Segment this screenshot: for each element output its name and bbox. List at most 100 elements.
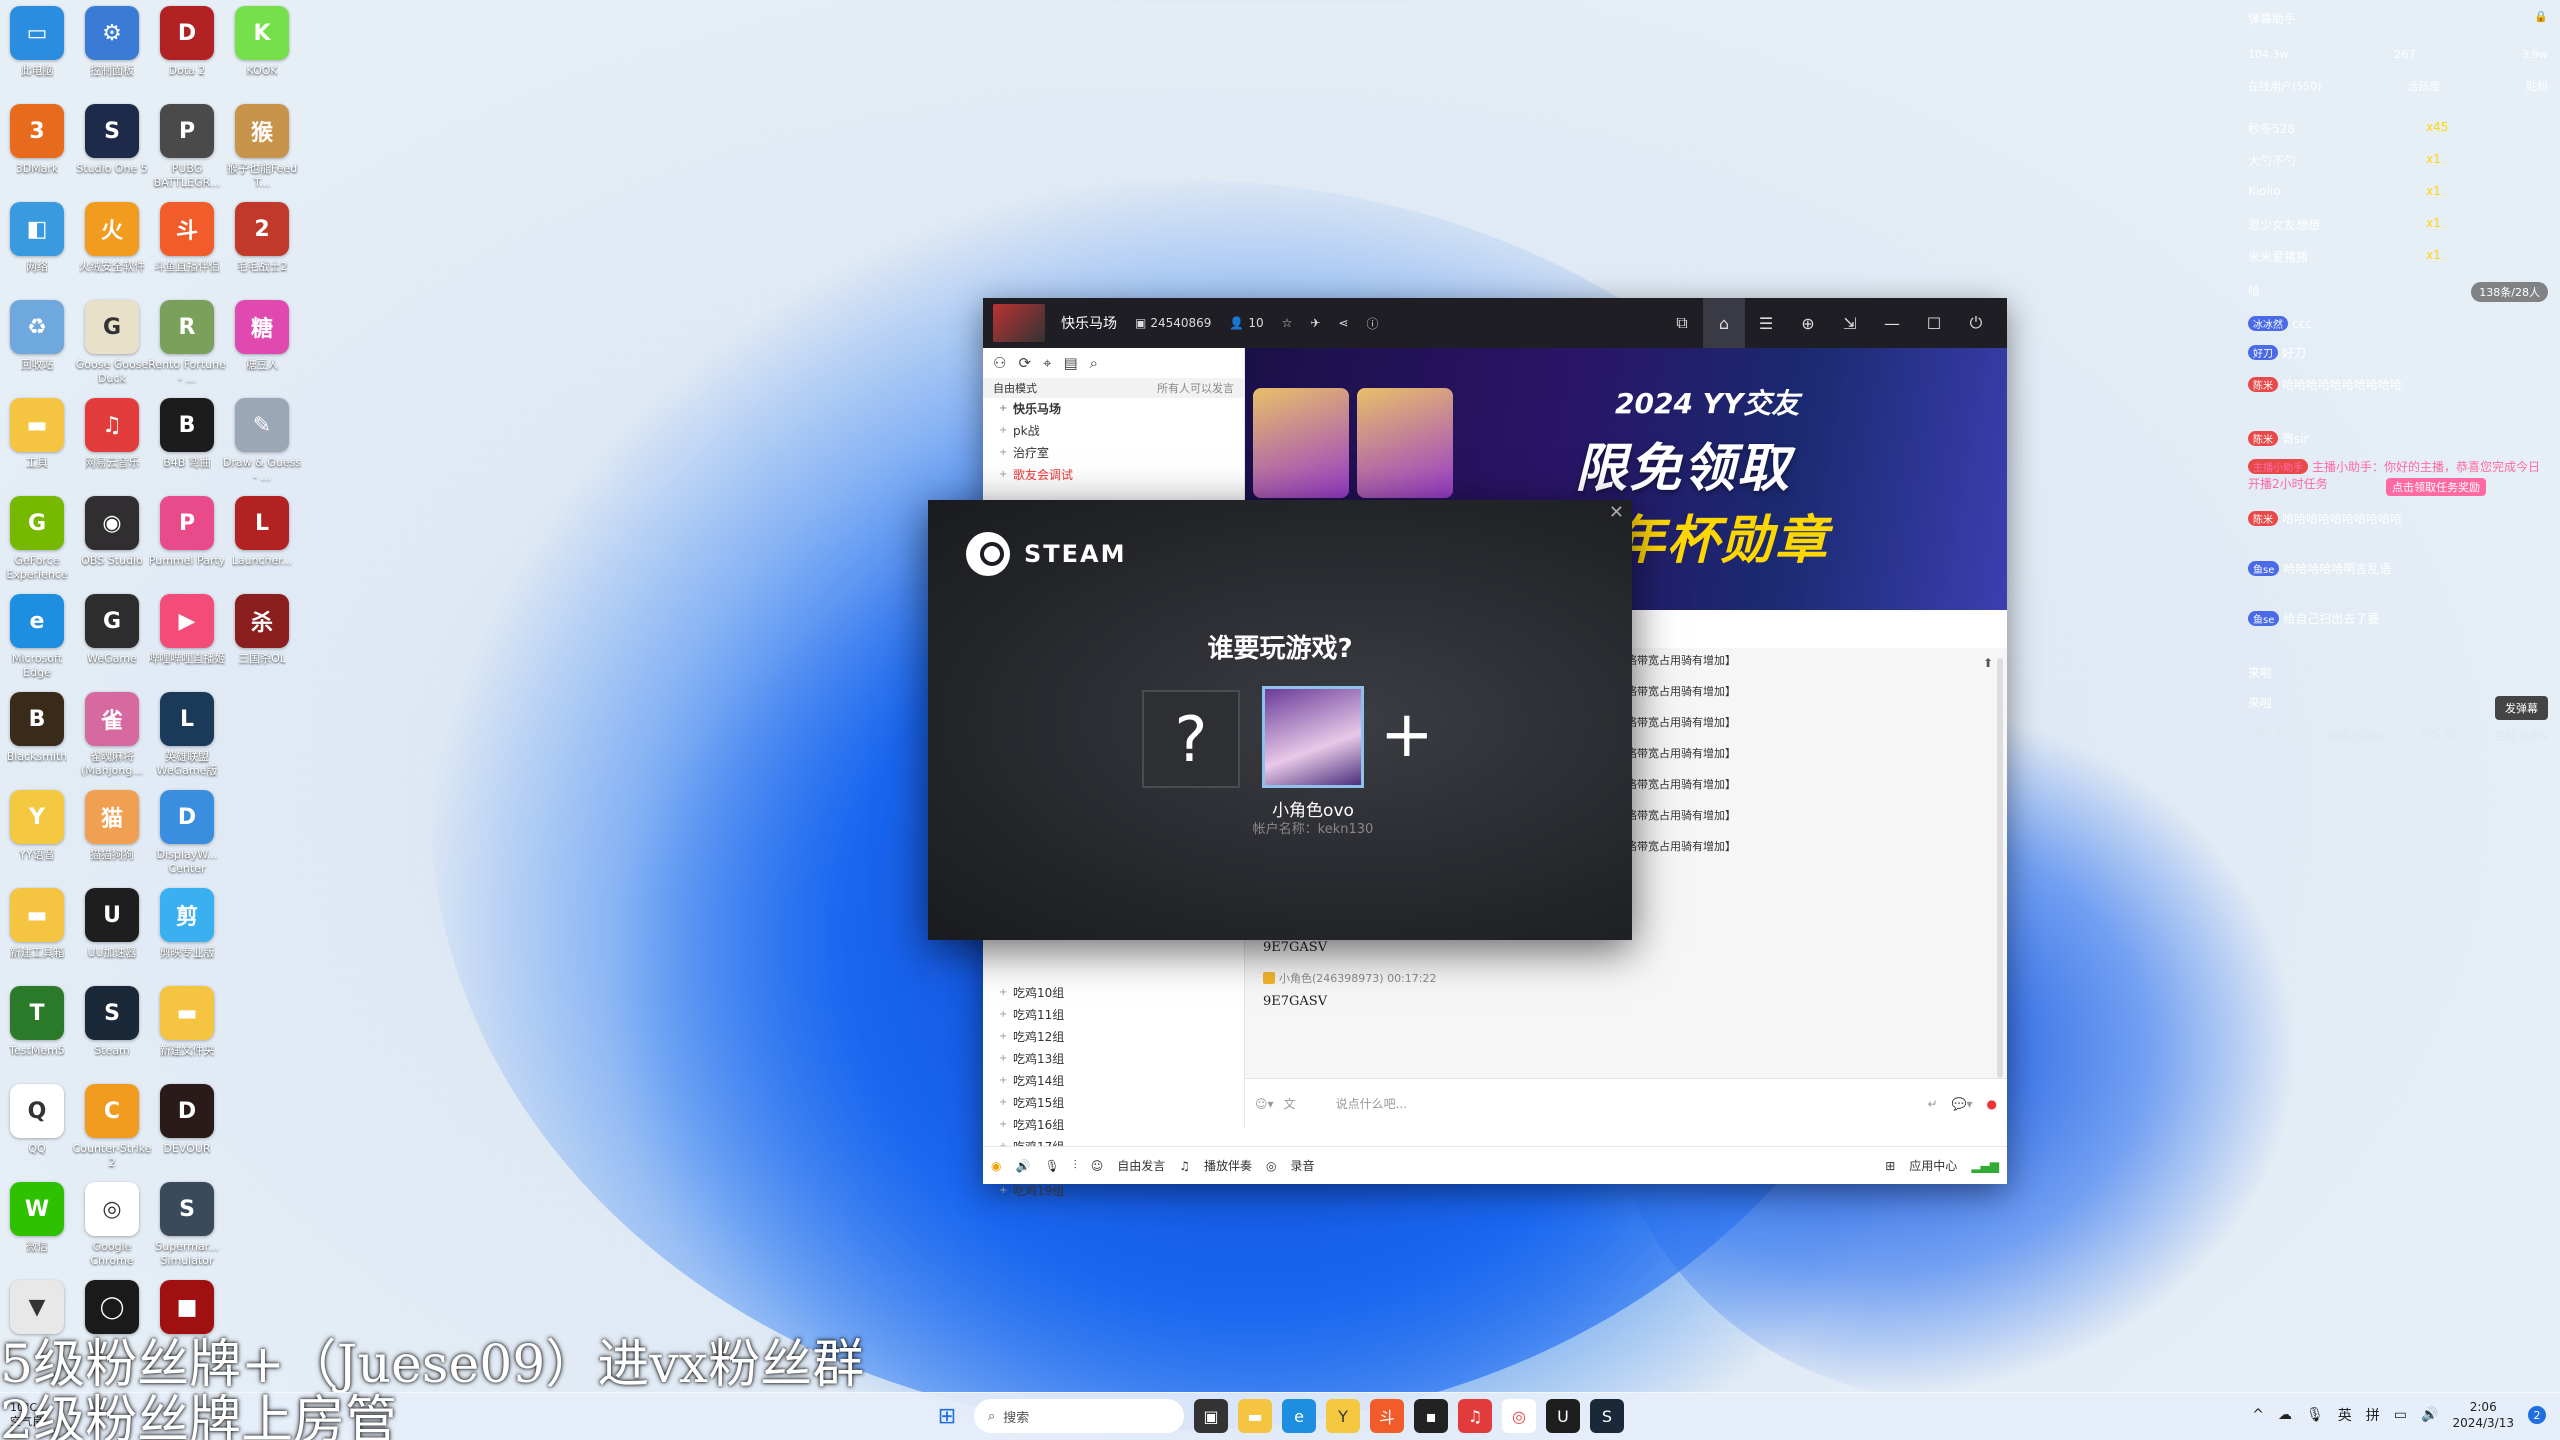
desktop-icon[interactable]: ✎ Draw & Guess - ... — [222, 398, 302, 494]
desktop-icon[interactable]: U UU加速器 — [72, 888, 152, 984]
home-icon[interactable]: ⌂ — [1703, 298, 1745, 348]
app-center-icon[interactable]: ⊞ — [1885, 1159, 1895, 1173]
pin-icon[interactable]: ⇲ — [1829, 298, 1871, 348]
task-reward-button[interactable]: 点击领取任务奖励 — [2386, 478, 2486, 496]
refresh-icon[interactable]: ⟳ — [1018, 354, 1031, 372]
cloud-icon[interactable]: ☁ — [2278, 1407, 2292, 1423]
desktop-icon[interactable]: 雀雀魂麻将(Mahjong... — [72, 692, 152, 788]
douyu-taskbar-icon[interactable]: 斗 — [1370, 1399, 1404, 1433]
free-speak-icon[interactable]: ☺ — [1091, 1159, 1104, 1173]
steam-taskbar-icon[interactable]: S — [1590, 1399, 1624, 1433]
danmaku-user[interactable]: 鱼se — [2248, 561, 2280, 576]
lang-indicator[interactable]: 英 — [2338, 1405, 2352, 1425]
desktop-icon[interactable]: e Microsoft Edge — [0, 594, 77, 690]
desktop-icon[interactable]: ◧ 网络 — [0, 202, 77, 298]
note-icon[interactable]: ▤ — [1063, 354, 1077, 372]
close-button[interactable]: ⏻ — [1955, 298, 1997, 348]
unknown-user-button[interactable]: ? — [1142, 690, 1240, 788]
info-icon[interactable]: ⓘ — [1367, 315, 1379, 332]
translate-icon[interactable]: 文 — [1284, 1095, 1296, 1112]
desktop-icon[interactable]: ▶ 哔哩哔哩直播姬 — [147, 594, 227, 690]
channel-item[interactable]: 快乐马场 — [983, 398, 1244, 420]
add-account-button[interactable]: + — [1380, 698, 1434, 772]
desktop-icon[interactable]: D DEVOUR — [147, 1084, 227, 1180]
clock[interactable]: 2:06 2024/3/13 — [2452, 1399, 2514, 1431]
desktop-icon[interactable]: ⚙ 控制面板 — [72, 6, 152, 102]
desktop-icon[interactable]: 剪剪映专业版 — [147, 888, 227, 984]
send-danmaku-button[interactable]: 发弹幕 — [2495, 696, 2548, 720]
desktop-icon[interactable]: 猴猴子也能Feed T... — [222, 104, 302, 200]
desktop-icon[interactable]: Y YY语音 — [0, 790, 77, 886]
desktop-icon[interactable]: S Steam — [72, 986, 152, 1082]
notification-icon[interactable]: 2 — [2528, 1406, 2546, 1424]
list-icon[interactable]: ☰ — [1745, 298, 1787, 348]
desktop-icon[interactable]: 糖糖豆人 — [222, 300, 302, 396]
danmaku-user[interactable]: 陈米 — [2248, 377, 2278, 392]
chat-meta-text[interactable]: 小角色(246398973) 00:17:22 — [1279, 972, 1436, 985]
chat-input-bar[interactable]: ☺▾ 文 说点什么吧... ↵ 💬▾ ● — [1245, 1078, 2007, 1128]
desktop-icon[interactable]: ▭ 此电脑 — [0, 6, 77, 102]
desktop-icon[interactable]: K KOOK — [222, 6, 302, 102]
chrome-icon[interactable]: ◎ — [1502, 1399, 1536, 1433]
user-avatar-button[interactable] — [1262, 686, 1364, 788]
desktop-icon[interactable]: L Launcher... — [222, 496, 302, 592]
desktop-icon[interactable]: D DisplayW... Center — [147, 790, 227, 886]
gamepad-icon[interactable]: ⊕ — [1787, 298, 1829, 348]
desktop-icon[interactable]: S Studio One 5 — [72, 104, 152, 200]
search-icon[interactable]: ⌕ — [1090, 354, 1098, 372]
desktop-icon[interactable]: 2 毛毛战士2 — [222, 202, 302, 298]
desktop-icon[interactable]: P PUBG BATTLEGR... — [147, 104, 227, 200]
desktop-icon[interactable]: R Rento Fortune - ... — [147, 300, 227, 396]
record-icon[interactable]: ◎ — [1266, 1159, 1276, 1173]
desktop-icon[interactable]: ▬ 新建工具箱 — [0, 888, 77, 984]
desktop-icon[interactable]: 杀三国杀OL — [222, 594, 302, 690]
activity-tab[interactable]: 活跃度 — [2407, 78, 2440, 94]
yy-taskbar-icon[interactable]: Y — [1326, 1399, 1360, 1433]
free-speak-button[interactable]: 自由发言 — [1117, 1157, 1165, 1174]
netease-music-icon[interactable]: ♫ — [1458, 1399, 1492, 1433]
danmaku-user[interactable]: 好刀 — [2248, 345, 2278, 360]
danmaku-user[interactable]: 鱼se — [2248, 611, 2280, 626]
channel-item[interactable]: 吃鸡10组 — [983, 982, 1244, 1004]
desktop-icon[interactable]: L 英雄联盟WeGame版 — [147, 692, 227, 788]
desktop-icon[interactable]: 斗斗鱼直播伴侣 — [147, 202, 227, 298]
danmaku-user[interactable]: 陈米 — [2248, 511, 2278, 526]
emoji-icon[interactable]: ☺▾ — [1255, 1097, 1274, 1111]
desktop-icon[interactable]: B Blacksmith — [0, 692, 77, 788]
channel-item[interactable]: 吃鸡16组 — [983, 1114, 1244, 1136]
desktop-icon[interactable]: P Pummel Party — [147, 496, 227, 592]
lock-icon[interactable]: 🔒 — [2248, 10, 2548, 23]
favorite-icon[interactable]: ☆ — [1282, 316, 1293, 330]
minimize-button[interactable]: — — [1871, 298, 1913, 348]
ime-indicator[interactable]: 拼 — [2366, 1405, 2380, 1425]
desktop-icon[interactable]: W 微信 — [0, 1182, 77, 1278]
equalizer-icon[interactable]: ⫶ — [1074, 1158, 1077, 1173]
online-users-tab[interactable]: 在线用户(550) — [2248, 78, 2322, 94]
room-avatar[interactable] — [993, 304, 1045, 342]
send-icon[interactable]: ↵ — [1927, 1097, 1937, 1111]
user-icon[interactable]: ⚇ — [993, 354, 1006, 372]
channel-item[interactable]: pk战 — [983, 420, 1244, 442]
screen-icon[interactable]: ⧉ — [1661, 298, 1703, 348]
edge-icon[interactable]: e — [1282, 1399, 1316, 1433]
channel-item[interactable]: 吃鸡14组 — [983, 1070, 1244, 1092]
desktop-icon[interactable]: ▬ 新建文件夹 — [147, 986, 227, 1082]
uu-icon[interactable]: U — [1546, 1399, 1580, 1433]
channel-item[interactable]: 吃鸡12组 — [983, 1026, 1244, 1048]
channel-item[interactable]: 吃鸡13组 — [983, 1048, 1244, 1070]
desktop-icon[interactable]: 3 3DMark — [0, 104, 77, 200]
desktop-icon[interactable]: S Supermar... Simulator — [147, 1182, 227, 1278]
scroll-top-icon[interactable]: ⬆ — [1983, 656, 1993, 670]
location-icon[interactable]: ⌖ — [1043, 354, 1051, 372]
terminal-icon[interactable]: ▪ — [1414, 1399, 1448, 1433]
desktop-icon[interactable]: 猫猫猫狗狗 — [72, 790, 152, 886]
taskbar-search[interactable]: ⌕ 搜索 — [974, 1399, 1184, 1433]
desktop-icon[interactable]: ♻ 回收站 — [0, 300, 77, 396]
mic-record-icon[interactable]: ● — [1987, 1097, 1997, 1111]
close-icon[interactable]: ✕ — [1609, 502, 1624, 523]
desktop-icon[interactable]: Q QQ — [0, 1084, 77, 1180]
fans-tab[interactable]: 贴粉 — [2526, 78, 2548, 94]
danmaku-user[interactable]: 陈米 — [2248, 431, 2278, 446]
desktop-icon[interactable]: D Dota 2 — [147, 6, 227, 102]
channel-item[interactable]: 治疗室 — [983, 442, 1244, 464]
